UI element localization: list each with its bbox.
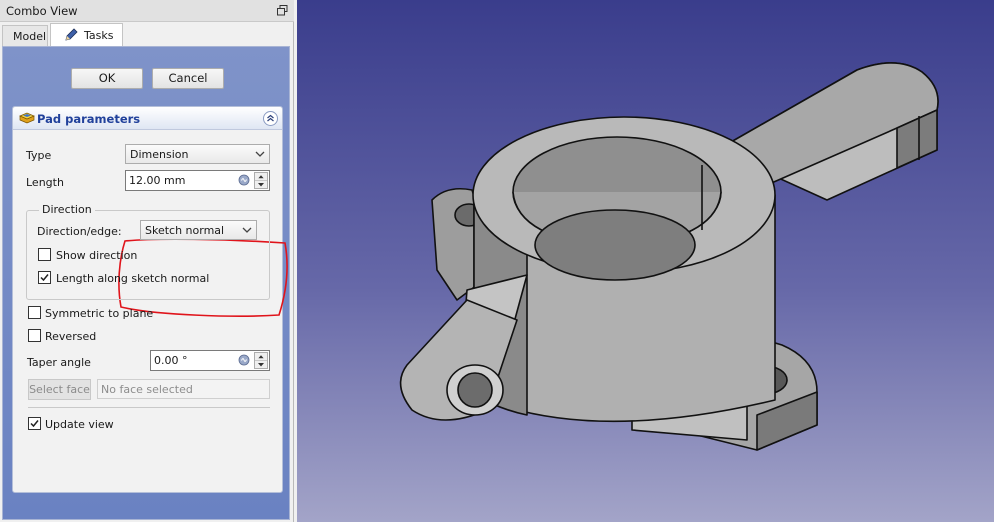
update-view-label: Update view — [45, 418, 114, 431]
chevron-down-icon — [255, 151, 265, 157]
combo-view-titlebar: Combo View — [0, 0, 294, 22]
expression-icon[interactable] — [238, 174, 250, 186]
direction-edge-select[interactable]: Sketch normal — [140, 220, 257, 240]
collapse-button[interactable] — [263, 111, 278, 126]
type-select[interactable]: Dimension — [125, 144, 270, 164]
reversed-label: Reversed — [45, 330, 97, 343]
length-label: Length — [26, 176, 64, 189]
separator — [28, 407, 270, 408]
direction-legend: Direction — [39, 203, 95, 216]
tab-tasks-label: Tasks — [84, 29, 114, 42]
pad-parameters-header[interactable]: Pad parameters — [13, 107, 282, 130]
combo-view-tabs: Model Tasks — [0, 23, 294, 47]
undock-icon[interactable] — [277, 5, 288, 16]
spin-down-icon[interactable] — [255, 361, 267, 369]
taper-spin-buttons[interactable] — [254, 352, 268, 369]
cancel-button[interactable]: Cancel — [152, 68, 224, 89]
show-direction-label: Show direction — [56, 249, 138, 262]
length-along-normal-label: Length along sketch normal — [56, 272, 210, 285]
combo-view-panel: Combo View Model Tasks OK Cancel Pad par… — [0, 0, 294, 522]
ok-button[interactable]: OK — [71, 68, 143, 89]
direction-edge-label: Direction/edge: — [37, 225, 122, 238]
checkmark-icon — [40, 274, 49, 282]
face-field: No face selected — [97, 379, 270, 399]
length-spin-buttons[interactable] — [254, 172, 268, 189]
task-panel: OK Cancel Pad parameters Type Dimension … — [2, 46, 290, 520]
pad-parameters-title: Pad parameters — [37, 112, 141, 126]
symmetric-label: Symmetric to plane — [45, 307, 154, 320]
select-face-button[interactable]: Select face — [28, 379, 91, 400]
taper-angle-input[interactable]: 0.00 ° — [150, 350, 270, 371]
symmetric-checkbox[interactable] — [28, 306, 41, 319]
tab-model[interactable]: Model — [2, 25, 48, 47]
taper-angle-label: Taper angle — [27, 356, 91, 369]
type-label: Type — [26, 149, 52, 162]
face-field-value: No face selected — [101, 383, 193, 396]
direction-edge-value: Sketch normal — [145, 224, 225, 237]
type-select-value: Dimension — [130, 148, 189, 161]
combo-view-title: Combo View — [6, 4, 78, 18]
update-view-checkbox[interactable] — [28, 417, 41, 430]
pad-feature-icon — [19, 112, 35, 124]
3d-part-model[interactable] — [297, 0, 994, 522]
pad-parameters-box: Pad parameters Type Dimension Length 12.… — [12, 106, 288, 493]
tab-tasks[interactable]: Tasks — [50, 23, 123, 47]
length-input-value: 12.00 mm — [129, 174, 186, 187]
reversed-checkbox[interactable] — [28, 329, 41, 342]
taper-angle-value: 0.00 ° — [154, 354, 188, 367]
spin-down-icon[interactable] — [255, 181, 267, 189]
length-along-normal-checkbox[interactable] — [38, 271, 51, 284]
chevron-up-icon — [267, 114, 274, 122]
spin-up-icon[interactable] — [255, 173, 267, 181]
tab-model-label: Model — [13, 30, 47, 43]
show-direction-checkbox[interactable] — [38, 248, 51, 261]
chevron-down-icon — [242, 227, 252, 233]
pencil-icon — [65, 28, 78, 41]
expression-icon[interactable] — [238, 354, 250, 366]
3d-viewport[interactable] — [297, 0, 994, 522]
length-input[interactable]: 12.00 mm — [125, 170, 270, 191]
checkmark-icon — [30, 420, 39, 428]
spin-up-icon[interactable] — [255, 353, 267, 361]
